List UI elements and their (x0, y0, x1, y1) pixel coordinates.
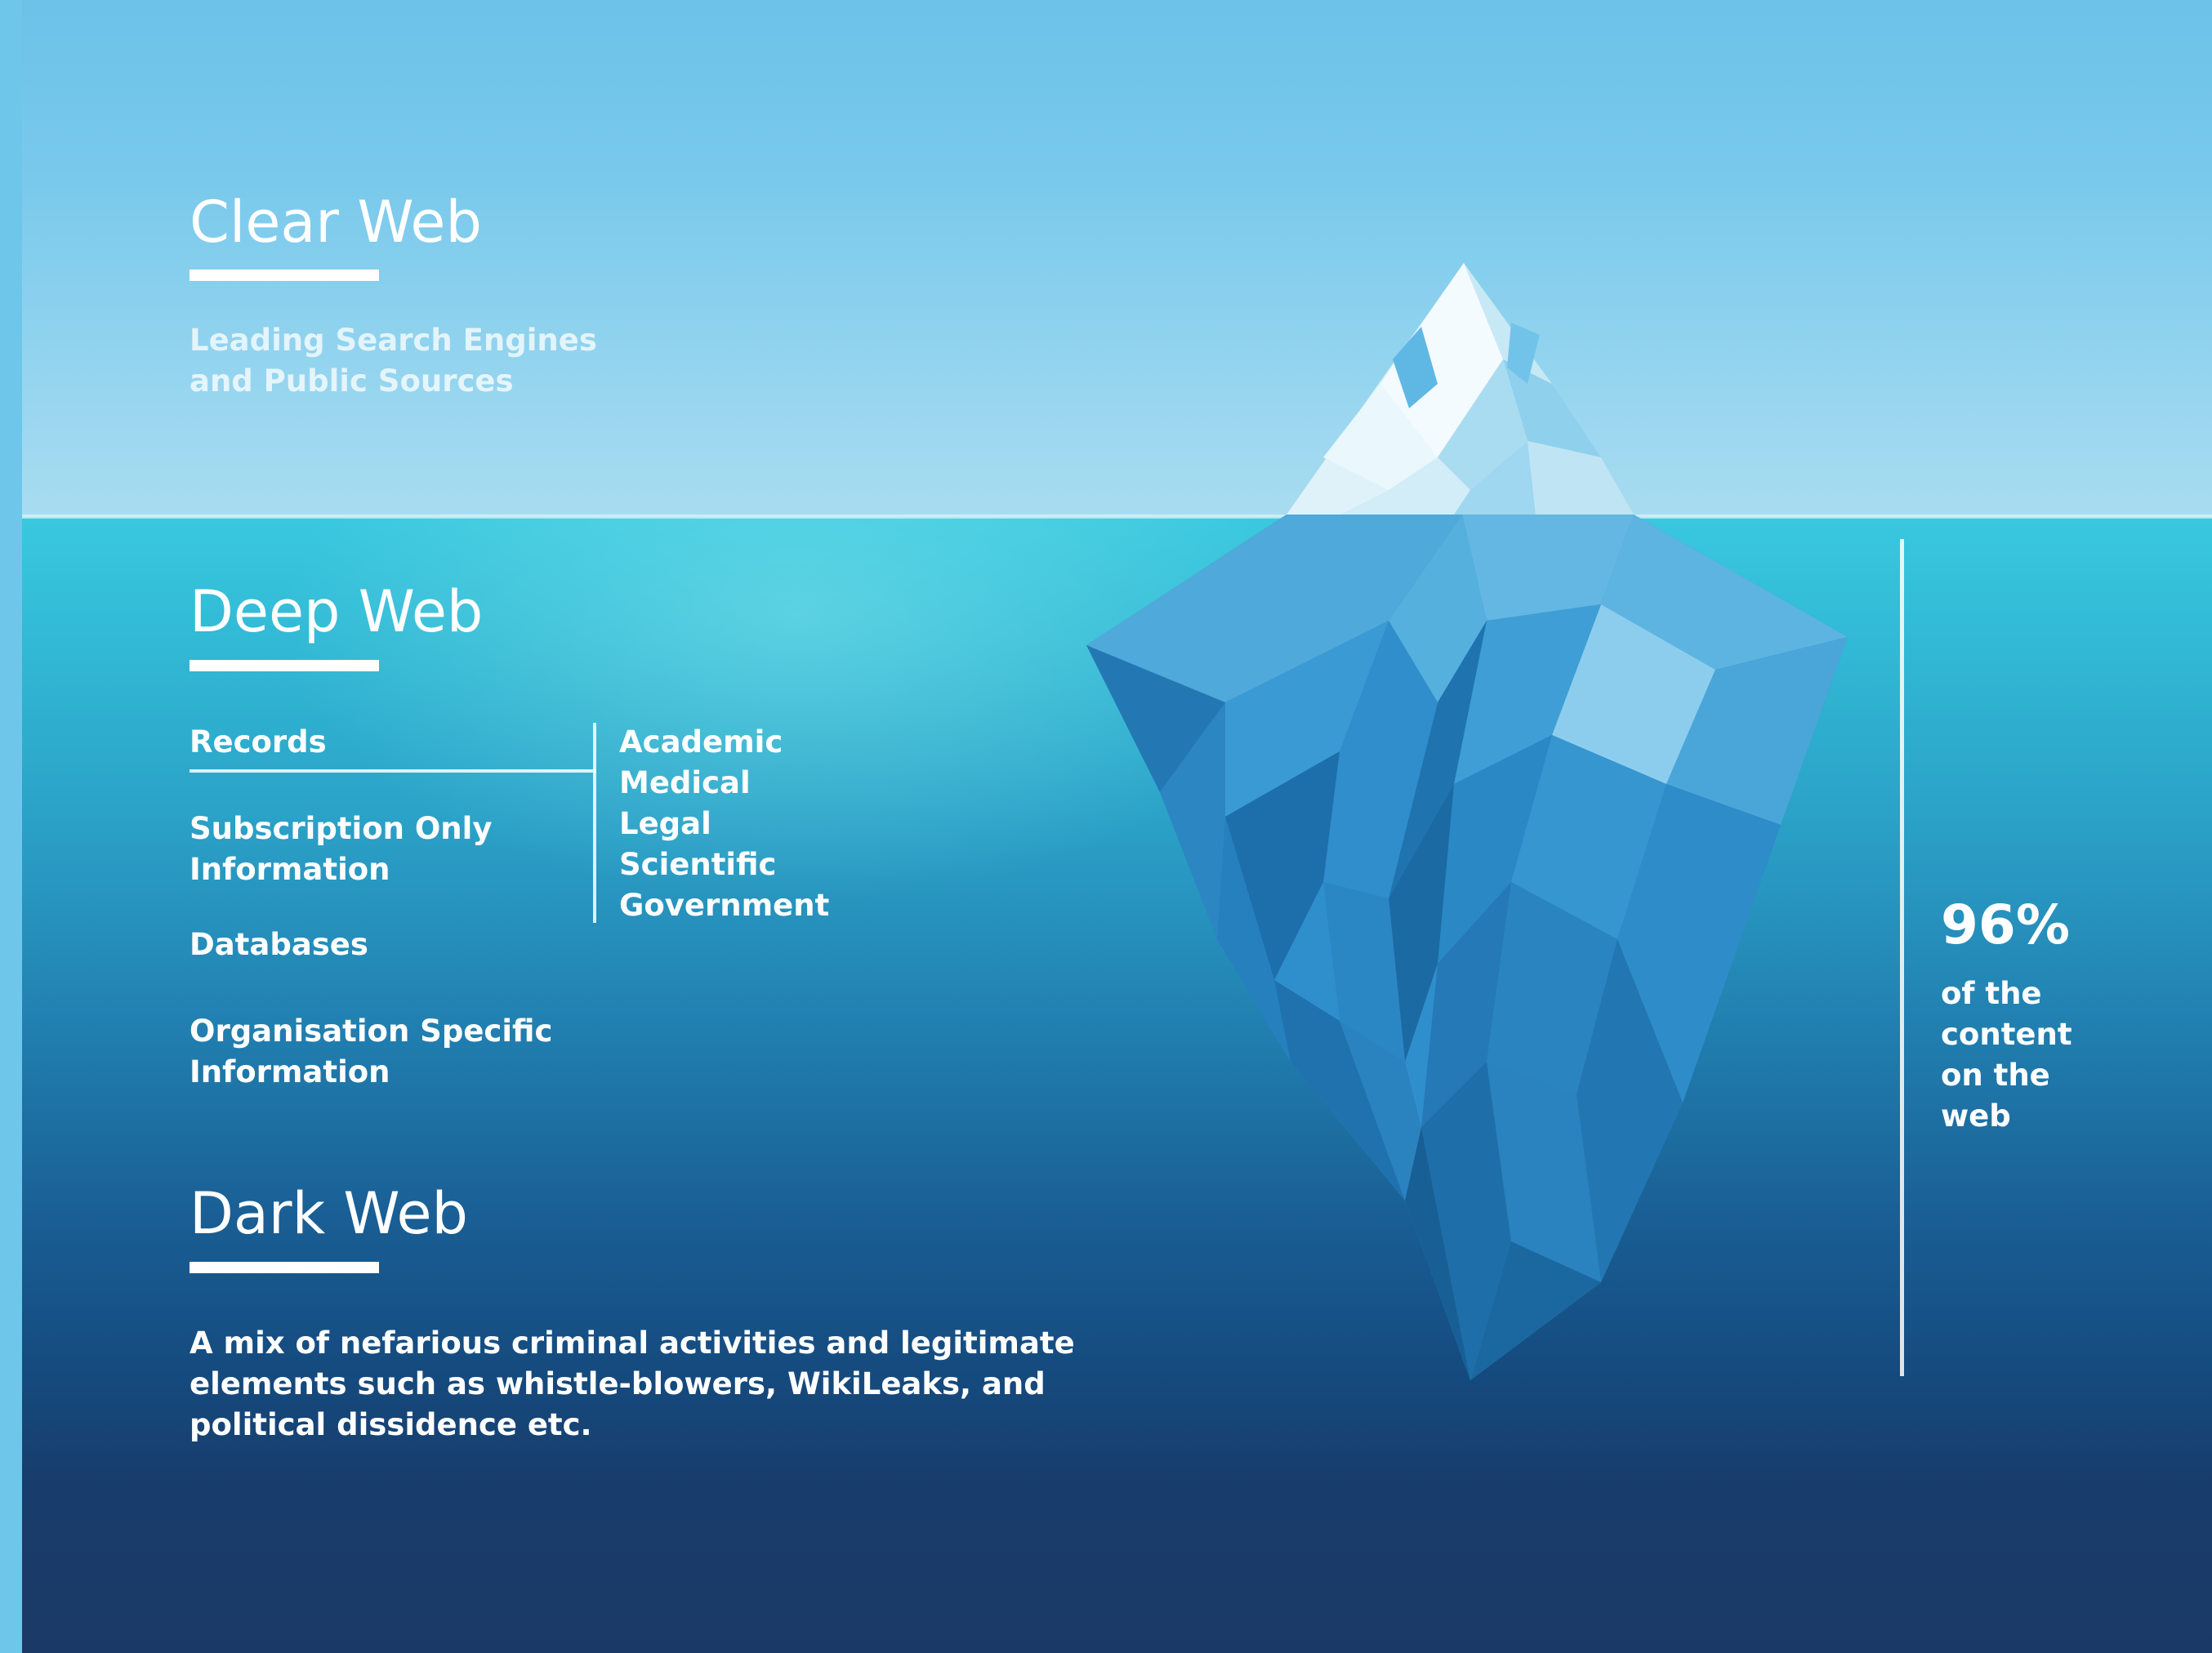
deep-web-item-organisation-line1: Organisation Specific (190, 1014, 553, 1049)
iceberg-tip (1287, 263, 1634, 515)
clear-web-heading: Clear Web (190, 189, 482, 256)
record-type-item: Scientific (619, 847, 777, 882)
records-connector-line (190, 769, 596, 773)
dark-web-description-line2: elements such as whistle-blowers, WikiLe… (190, 1366, 1046, 1401)
iceberg-body (1086, 515, 1848, 1380)
dark-web-heading: Dark Web (190, 1180, 468, 1247)
clear-web-description-line2: and Public Sources (190, 363, 514, 399)
deep-web-item-databases: Databases (190, 927, 368, 962)
statistic-caption-line4: web (1941, 1098, 2011, 1134)
statistic-value: 96% (1941, 893, 2070, 956)
dark-web-underline (190, 1262, 379, 1273)
records-bracket-line (593, 723, 596, 923)
statistic-caption-line2: content (1941, 1017, 2072, 1052)
dark-web-description-line3: political dissidence etc. (190, 1407, 592, 1442)
deep-web-item-records: Records (190, 724, 327, 760)
record-type-item: Academic (619, 724, 783, 760)
deep-web-underline (190, 660, 379, 671)
statistic-caption-line3: on the (1941, 1058, 2050, 1093)
record-type-item: Government (619, 888, 830, 923)
clear-web-underline (190, 270, 379, 281)
deep-web-heading: Deep Web (190, 578, 484, 645)
dark-web-description-line1: A mix of nefarious criminal activities a… (190, 1326, 1075, 1361)
record-type-item: Legal (619, 806, 711, 841)
deep-web-item-organisation-line2: Information (190, 1054, 390, 1089)
record-type-item: Medical (619, 765, 751, 800)
deep-web-item-subscription-line2: Information (190, 852, 390, 887)
deep-web-item-subscription-line1: Subscription Only (190, 811, 493, 846)
statistic-caption-line1: of the (1941, 976, 2042, 1011)
statistic-range-line (1900, 539, 1904, 1376)
infographic-canvas: Clear Web Leading Search Engines and Pub… (0, 0, 2212, 1653)
clear-web-description-line1: Leading Search Engines (190, 323, 597, 358)
